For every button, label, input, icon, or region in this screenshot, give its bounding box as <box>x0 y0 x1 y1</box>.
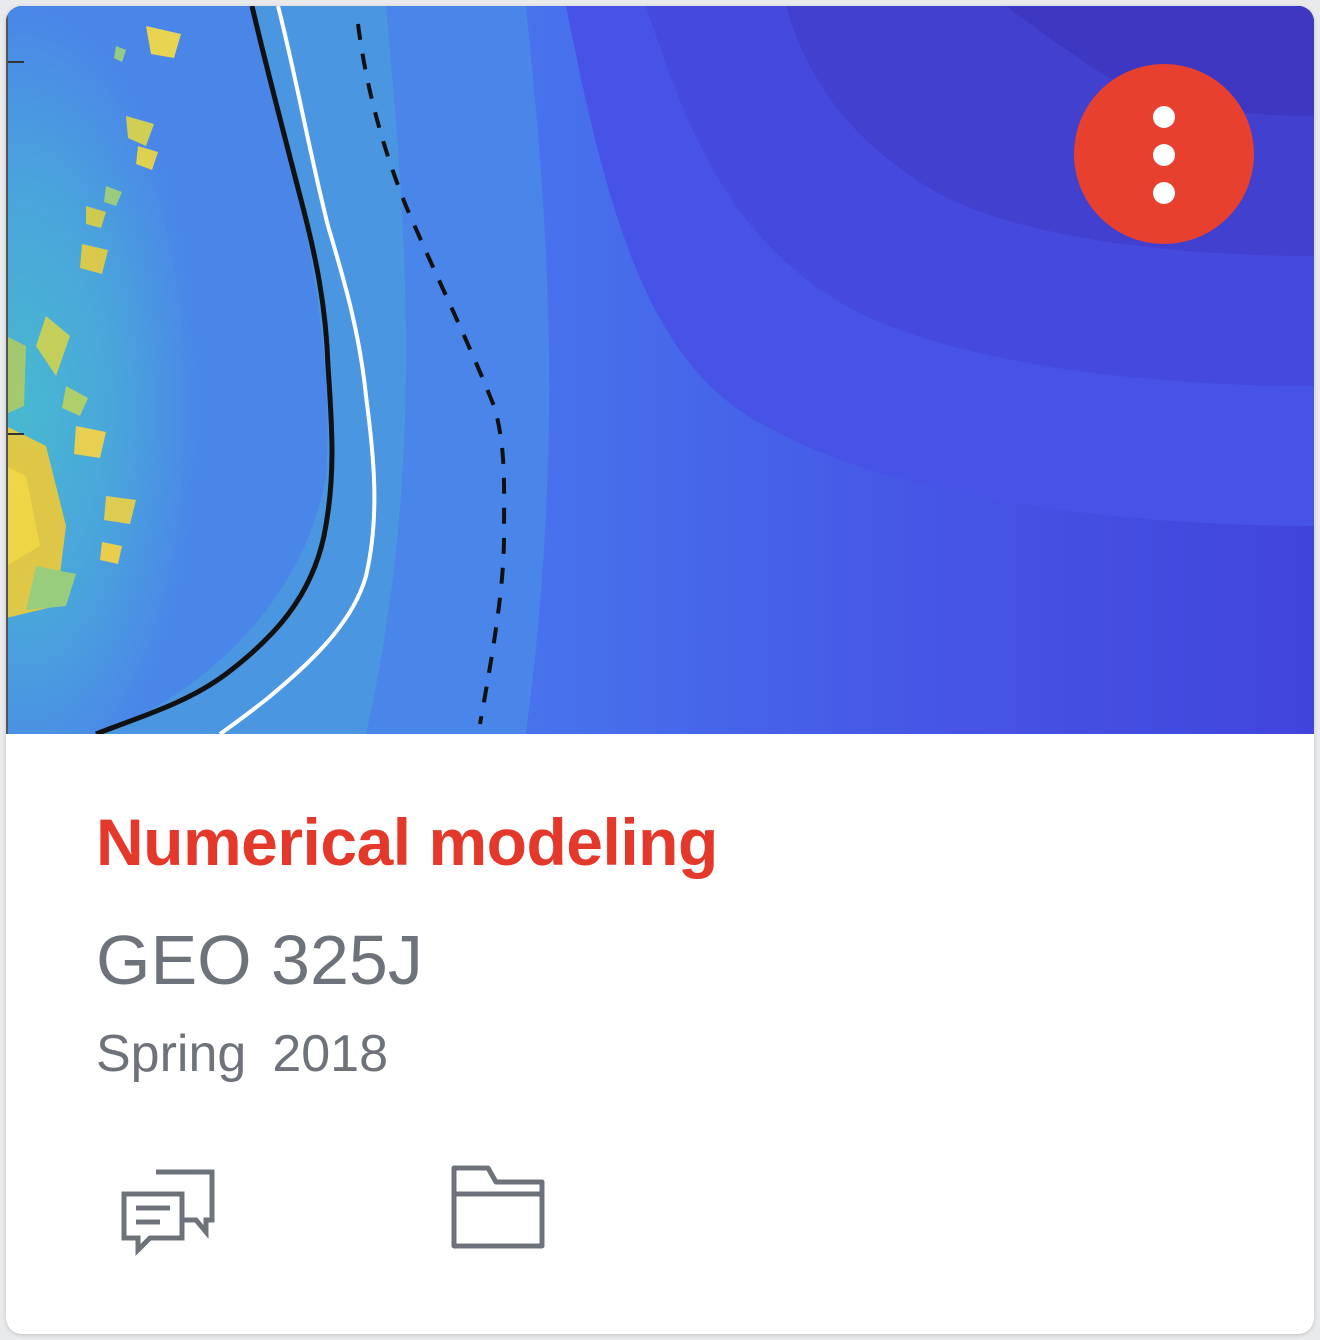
more-vert-icon-dot-2 <box>1153 144 1175 166</box>
course-card-body: Numerical modeling GEO 325J Spring 2018 <box>6 734 1314 1334</box>
course-code: GEO 325J <box>96 921 423 999</box>
more-options-button[interactable] <box>1074 64 1254 244</box>
discussions-button[interactable] <box>116 1154 226 1264</box>
course-title[interactable]: Numerical modeling <box>96 804 718 880</box>
folder-icon <box>451 1165 545 1249</box>
course-term: Spring 2018 <box>96 1024 388 1084</box>
course-image[interactable] <box>6 6 1314 734</box>
files-button[interactable] <box>446 1154 556 1264</box>
discussions-icon <box>121 1169 215 1257</box>
more-vert-icon <box>1153 106 1175 128</box>
term-season: Spring <box>96 1025 247 1083</box>
more-vert-icon-dot-3 <box>1153 182 1175 204</box>
course-card[interactable]: Numerical modeling GEO 325J Spring 2018 <box>6 6 1314 1334</box>
term-year: 2018 <box>272 1025 388 1083</box>
